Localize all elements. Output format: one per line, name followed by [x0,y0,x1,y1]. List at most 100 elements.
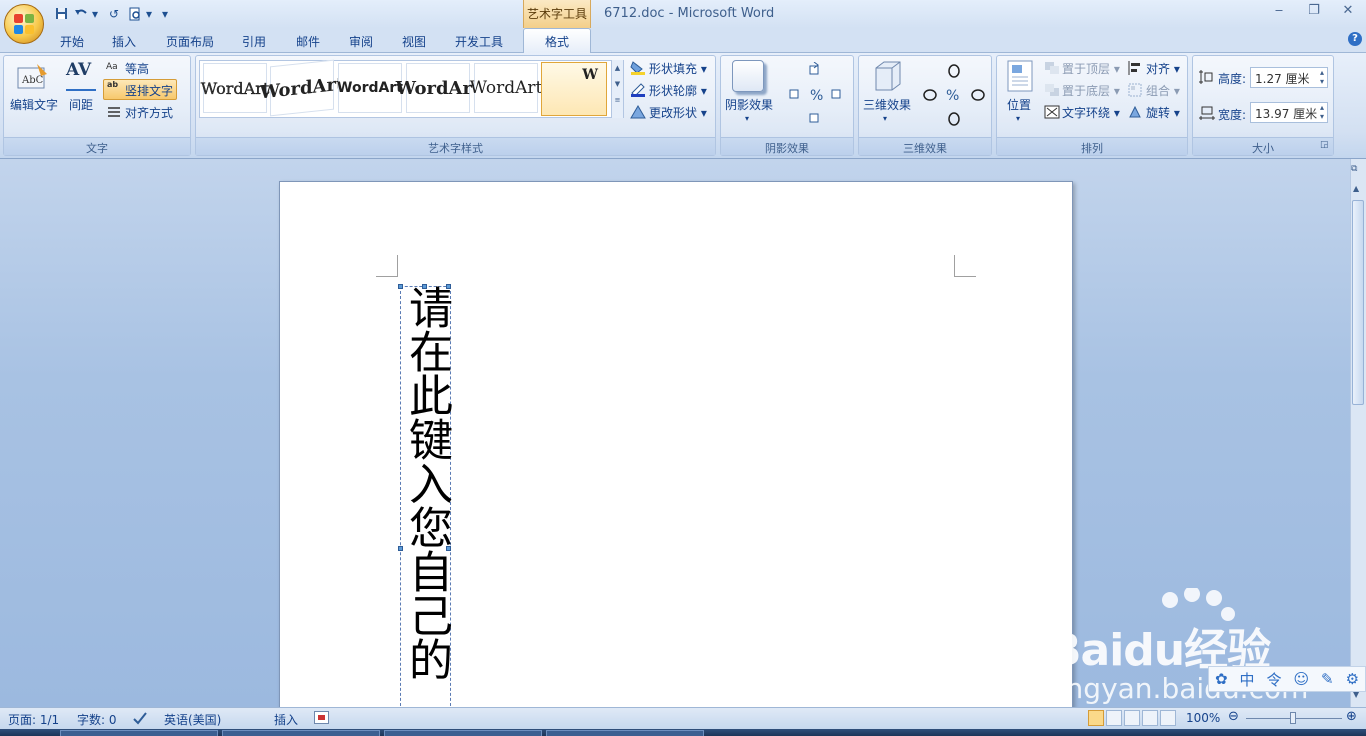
office-logo-icon [14,14,34,34]
macro-record-icon[interactable] [314,711,329,724]
full-screen-view-icon[interactable] [1106,710,1122,726]
align-button[interactable]: 对齐 ▾ [1146,60,1180,77]
tab-developer[interactable]: 开发工具 [446,31,512,51]
tab-format[interactable]: 格式 [523,28,591,53]
height-input[interactable]: 1.27 厘米 ▴ ▾ [1250,67,1328,88]
view-buttons [1088,710,1178,727]
even-height-icon: Aa [106,62,118,72]
height-spinner-icon[interactable]: ▴ ▾ [1320,68,1324,86]
save-icon[interactable] [52,5,70,22]
outline-view-icon[interactable] [1142,710,1158,726]
tab-mailings[interactable]: 邮件 [286,31,330,51]
bring-front-button[interactable]: 置于顶层 ▾ [1062,60,1120,77]
wordart-style-2[interactable]: WordArt [260,59,344,117]
page-count[interactable]: 页面: 1/1 [8,711,59,728]
wordart-style-3[interactable]: WordArt [337,63,403,113]
ime-settings-icon[interactable]: ⚙ [1346,670,1359,688]
insert-mode[interactable]: 插入 [274,711,298,728]
wordart-style-vertical[interactable]: W [541,62,607,116]
change-shape-button[interactable]: 更改形状 ▾ [649,104,707,121]
3d-effects-button[interactable]: 三维效果 [863,96,911,113]
print-preview-icon[interactable] [126,5,144,22]
web-view-icon[interactable] [1124,710,1140,726]
ime-emoji-icon[interactable]: ☺ [1293,670,1309,688]
even-height-button[interactable]: 等高 [125,60,149,77]
shadow-nudge-icons[interactable]: % [788,61,848,128]
gallery-more-icon[interactable]: ≡ [612,96,623,104]
taskbar-item[interactable] [60,730,218,736]
zoom-slider-thumb[interactable] [1290,712,1296,724]
shadow-dropdown-icon[interactable]: ▾ [745,114,749,123]
width-input[interactable]: 13.97 厘米 ▴ ▾ [1250,102,1328,123]
help-icon[interactable]: ? [1348,32,1362,46]
position-dropdown-icon[interactable]: ▾ [1016,114,1020,123]
rotate-button[interactable]: 旋转 ▾ [1146,104,1180,121]
position-button[interactable]: 位置 [1007,96,1031,113]
3d-effects-icon[interactable] [872,60,902,92]
customize-qat-icon[interactable]: ▾ [144,5,154,22]
taskbar-item[interactable] [222,730,380,736]
shape-outline-button[interactable]: 形状轮廓 ▾ [649,82,707,99]
change-shape-label: 更改形状 [649,106,698,120]
wordart-style-5[interactable]: WordArt [470,63,542,113]
zoom-in-icon[interactable]: ⊕ [1346,709,1357,724]
shadow-group-label: 阴影效果 [721,137,853,155]
office-button[interactable] [4,4,44,44]
tab-insert[interactable]: 插入 [102,31,146,51]
gallery-up-icon[interactable]: ▲ [612,64,623,72]
proofing-icon[interactable] [132,711,148,725]
minimize-button[interactable]: ‒ [1267,3,1291,23]
ime-handwrite-icon[interactable]: ✎ [1321,670,1334,688]
language-status[interactable]: 英语(美国) [164,711,221,728]
zoom-level[interactable]: 100% [1186,711,1220,725]
ruler-toggle-icon[interactable]: ⧉ [1351,164,1357,174]
undo-icon[interactable] [72,5,90,22]
shape-fill-button[interactable]: 形状填充 ▾ [649,60,707,77]
group-button[interactable]: 组合 ▾ [1146,82,1180,99]
ime-fullwidth-icon[interactable]: 令 [1266,669,1281,690]
word-count[interactable]: 字数: 0 [77,711,117,728]
wrap-text-button[interactable]: 文字环绕 ▾ [1062,104,1120,121]
gallery-scroll[interactable]: ▲ ▼ ≡ [611,60,623,118]
ime-chinese-icon[interactable]: 中 [1240,669,1255,690]
qat-more-icon[interactable]: ▾ [160,5,170,22]
position-icon[interactable] [1007,60,1033,92]
svg-text:AbC: AbC [21,75,44,86]
svg-text:%: % [810,88,823,104]
scroll-thumb[interactable] [1352,200,1364,405]
edit-text-icon[interactable]: AbC [15,62,49,92]
width-spinner-icon[interactable]: ▴ ▾ [1320,103,1324,121]
wordart-style-1[interactable]: WordArt [201,63,269,113]
tab-references[interactable]: 引用 [232,31,276,51]
wordart-style-4[interactable]: WordArt [396,63,480,113]
taskbar-item[interactable] [546,730,704,736]
zoom-out-icon[interactable]: ⊖ [1228,709,1239,724]
3d-tilt-icons[interactable]: % [922,62,986,128]
undo-dropdown-icon[interactable]: ▾ [90,5,100,22]
tab-view[interactable]: 视图 [392,31,436,51]
scroll-up-icon[interactable]: ▲ [1353,184,1359,193]
tab-review[interactable]: 审阅 [339,31,383,51]
edit-text-button[interactable]: 编辑文字 [10,96,58,113]
send-back-button[interactable]: 置于底层 ▾ [1062,82,1120,99]
close-button[interactable]: ✕ [1336,3,1360,23]
spacing-button[interactable]: 间距 [69,96,93,113]
shadow-effects-icon[interactable] [732,60,764,92]
3d-dropdown-icon[interactable]: ▾ [883,114,887,123]
taskbar-item[interactable] [384,730,542,736]
ime-paw-icon[interactable]: ✿ [1215,670,1228,688]
redo-icon[interactable]: ↺ [105,5,123,22]
align-text-button[interactable]: 对齐方式 [125,104,173,121]
wordart-vertical-text[interactable]: 请在此键入您自己的 [401,285,452,681]
maximize-button[interactable]: ❐ [1302,3,1326,23]
gallery-down-icon[interactable]: ▼ [612,80,623,88]
size-dialog-launcher-icon[interactable]: ◲ [1320,140,1329,150]
print-layout-view-icon[interactable] [1088,710,1104,726]
tab-page-layout[interactable]: 页面布局 [158,31,222,51]
group-icon [1128,83,1142,97]
draft-view-icon[interactable] [1160,710,1176,726]
tab-home[interactable]: 开始 [50,31,94,51]
shadow-effects-button[interactable]: 阴影效果 [725,96,773,113]
send-back-icon [1044,83,1060,97]
spacing-icon[interactable]: AV [66,60,91,80]
